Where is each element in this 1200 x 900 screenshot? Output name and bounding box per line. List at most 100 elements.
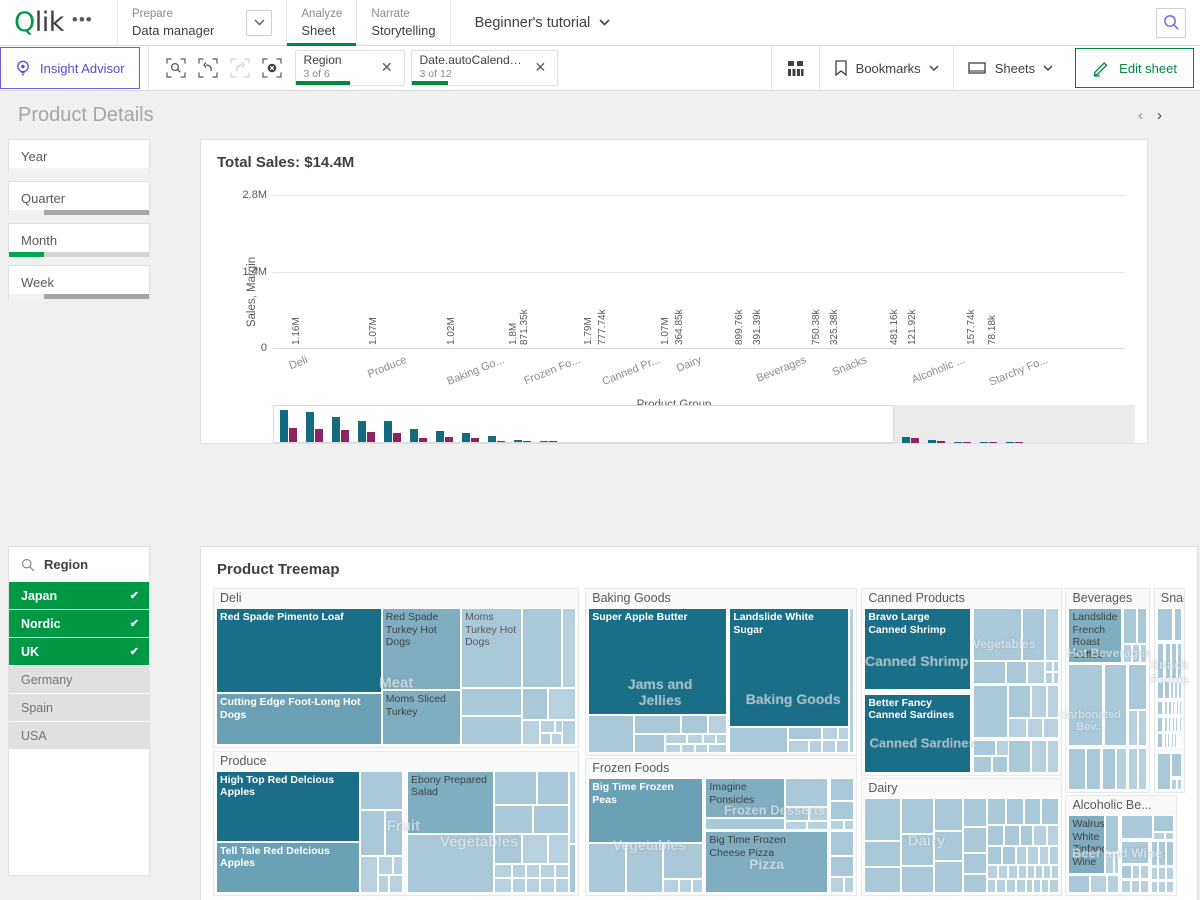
treemap-tile[interactable]	[998, 864, 1009, 879]
treemap-tile[interactable]: High Top Red Delcious Apples	[216, 770, 361, 842]
treemap-tile[interactable]	[986, 864, 999, 879]
treemap-tile[interactable]: Landslide White Sugar	[729, 608, 850, 727]
qlik-logo[interactable]: Qlik	[14, 9, 64, 36]
treemap-tile[interactable]	[625, 842, 663, 893]
treemap-tile[interactable]	[1008, 718, 1028, 739]
treemap-tile[interactable]	[971, 608, 974, 691]
treemap-tile[interactable]	[1137, 747, 1147, 790]
treemap-tile[interactable]	[1113, 852, 1120, 875]
treemap-tile[interactable]	[1179, 700, 1182, 716]
treemap-tile[interactable]	[1150, 880, 1159, 893]
treemap-tile[interactable]	[1039, 845, 1049, 865]
treemap-tile[interactable]	[522, 608, 562, 688]
treemap-tile[interactable]	[901, 834, 935, 867]
treemap-tile[interactable]	[1171, 642, 1177, 679]
treemap-tile[interactable]: Bravo Large Canned Shrimp	[864, 608, 972, 691]
treemap-tile[interactable]	[1150, 866, 1159, 880]
treemap-tile[interactable]	[1131, 865, 1141, 879]
filter-pane-quarter[interactable]: Quarter	[8, 181, 150, 215]
treemap-group[interactable]: Frozen Foods Big Time Frozen Peas Imagine …	[585, 758, 858, 896]
treemap-tile[interactable]	[569, 844, 577, 893]
selection-chip-region[interactable]: Region 3 of 6 ✕	[294, 50, 405, 86]
region-item-usa[interactable]: USA	[9, 722, 149, 750]
treemap-tile[interactable]: Red Spade Turkey Hot Dogs	[381, 608, 462, 691]
treemap-tile[interactable]	[785, 778, 828, 807]
treemap-tile[interactable]	[461, 687, 523, 717]
region-filter-pane[interactable]: Region Japan ✔ Nordic ✔ UK ✔ Germany Spain USA	[8, 546, 150, 876]
treemap-tile[interactable]	[822, 726, 839, 740]
region-filter-header[interactable]: Region	[9, 547, 149, 582]
treemap-tile[interactable]: Big Time Frozen Cheese Pizza	[705, 831, 828, 893]
treemap-tile[interactable]	[785, 820, 807, 830]
treemap-tile[interactable]: Red Spade Pimento Loaf	[216, 608, 382, 694]
nav-narrate[interactable]: Narrate Storytelling	[357, 0, 451, 45]
treemap-tile[interactable]	[1027, 660, 1045, 684]
treemap-tile[interactable]	[360, 809, 386, 857]
treemap-tile[interactable]	[533, 804, 570, 835]
treemap-tile[interactable]	[588, 842, 626, 893]
treemap-tile[interactable]	[864, 798, 902, 841]
treemap-tile[interactable]	[1178, 717, 1182, 732]
treemap-tile[interactable]	[996, 878, 1007, 893]
treemap-body[interactable]: Deli Red Spade Pimento Loaf Cutting Edge F…	[213, 588, 1189, 896]
treemap-tile[interactable]	[1023, 798, 1042, 825]
sheets-chevron-down-icon[interactable]	[1043, 65, 1053, 71]
treemap-tile[interactable]	[1002, 845, 1016, 865]
treemap-tile[interactable]	[1139, 644, 1147, 663]
x-axis-tick-label[interactable]: Baking Go...	[445, 354, 506, 388]
more-options-icon[interactable]: •••	[72, 11, 93, 34]
treemap-tile[interactable]	[1115, 747, 1128, 790]
treemap-tile[interactable]	[1044, 660, 1053, 673]
treemap-tile[interactable]	[1170, 753, 1182, 778]
x-axis-tick-label[interactable]: Alcoholic ...	[910, 354, 967, 386]
treemap-tile[interactable]	[1132, 644, 1140, 663]
treemap-tile[interactable]	[1121, 840, 1149, 865]
treemap-tile[interactable]	[1004, 824, 1020, 846]
treemap-tile[interactable]	[522, 720, 541, 746]
treemap-tile[interactable]	[665, 744, 682, 753]
treemap-tile[interactable]	[1027, 845, 1040, 865]
treemap-tile[interactable]	[1156, 717, 1164, 732]
treemap-tile[interactable]	[830, 831, 855, 857]
treemap-tile[interactable]	[963, 853, 987, 875]
region-item-uk[interactable]: UK ✔	[9, 638, 149, 666]
treemap-tile[interactable]	[1158, 880, 1166, 893]
treemap-tile[interactable]	[681, 744, 695, 753]
treemap-tile[interactable]	[588, 715, 634, 753]
treemap-tile[interactable]: Moms Turkey Hot Dogs	[461, 608, 523, 688]
treemap-tile[interactable]	[986, 824, 1005, 846]
clear-all-selections-icon[interactable]	[261, 57, 283, 79]
x-axis-tick-label[interactable]: Deli	[287, 354, 309, 372]
treemap-tile[interactable]	[1121, 879, 1131, 893]
treemap-tile[interactable]	[843, 819, 855, 830]
region-value-list[interactable]: Japan ✔ Nordic ✔ UK ✔ Germany Spain USA	[9, 582, 149, 750]
treemap-tile[interactable]	[493, 834, 523, 864]
treemap-tile[interactable]	[787, 739, 810, 753]
treemap-tile[interactable]	[1177, 778, 1182, 790]
selection-search-icon[interactable]	[165, 57, 187, 79]
treemap-group[interactable]: Deli Red Spade Pimento Loaf Cutting Edge F…	[213, 588, 580, 749]
treemap-tile[interactable]	[1046, 739, 1059, 773]
treemap-tile[interactable]	[963, 874, 987, 893]
treemap-tile[interactable]	[360, 770, 404, 810]
treemap-tile[interactable]	[554, 878, 570, 893]
treemap-tile[interactable]	[562, 608, 577, 688]
treemap-tile[interactable]	[392, 856, 404, 875]
treemap-tile[interactable]	[1031, 685, 1047, 719]
treemap-tile[interactable]	[1048, 878, 1059, 893]
treemap-tile[interactable]	[934, 830, 964, 861]
treemap-tile[interactable]	[1140, 879, 1149, 893]
treemap-tile[interactable]	[360, 856, 379, 893]
global-search-button[interactable]	[1156, 7, 1186, 38]
treemap-tile[interactable]	[511, 878, 526, 893]
treemap-tile[interactable]	[822, 739, 836, 753]
treemap-tile[interactable]	[1042, 864, 1051, 879]
treemap-tile[interactable]	[1173, 608, 1182, 641]
treemap-tile[interactable]	[662, 879, 679, 893]
treemap-tile[interactable]	[806, 820, 828, 830]
treemap-tile[interactable]	[1017, 864, 1028, 879]
treemap-tile[interactable]	[1006, 660, 1028, 684]
treemap-tile[interactable]	[787, 726, 823, 740]
treemap-tile[interactable]	[986, 878, 997, 893]
treemap-tile[interactable]	[1033, 878, 1042, 893]
